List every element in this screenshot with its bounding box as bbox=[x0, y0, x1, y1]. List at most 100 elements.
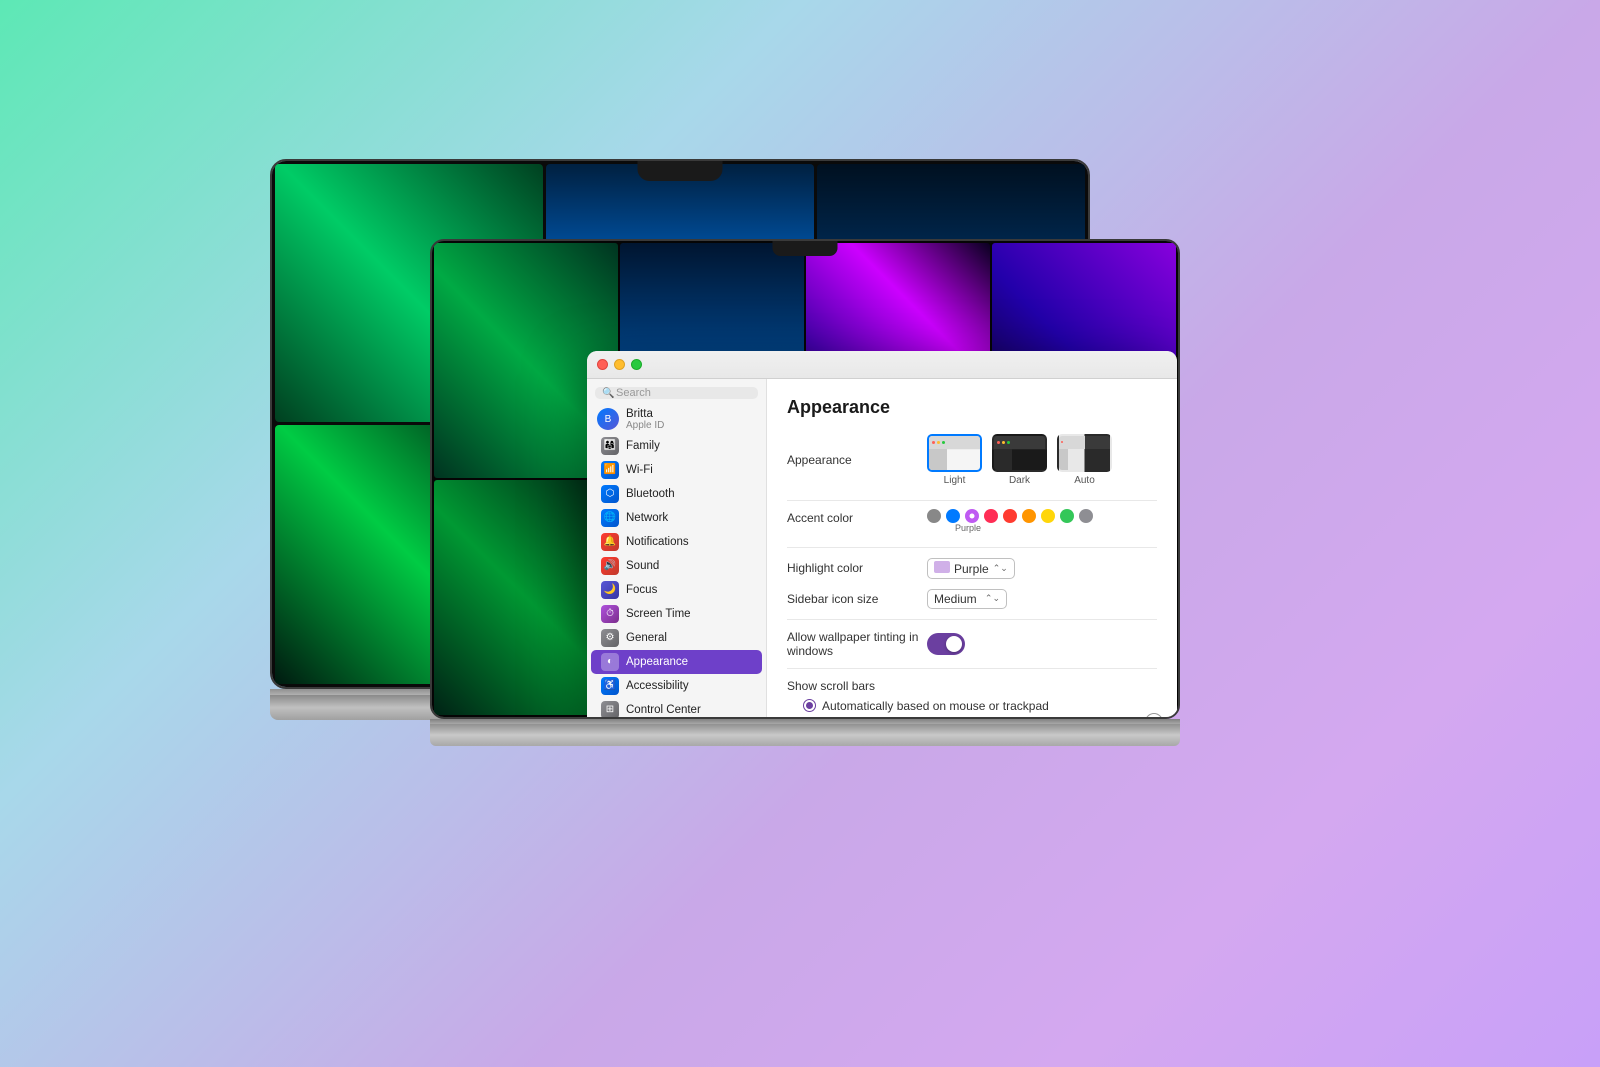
scrollbar-scrolling-radio[interactable] bbox=[803, 717, 816, 719]
system-preferences-window: 🔍 Search B Britta Apple ID bbox=[587, 351, 1177, 719]
notifications-icon: 🔔 bbox=[601, 533, 619, 551]
appearance-auto-option[interactable]: Auto bbox=[1057, 434, 1112, 486]
sound-icon: 🔊 bbox=[601, 557, 619, 575]
appearance-dark-label: Dark bbox=[1009, 475, 1030, 486]
highlight-color-value: Purple bbox=[954, 562, 989, 576]
accent-multicolor[interactable] bbox=[927, 509, 941, 523]
accent-pink[interactable] bbox=[984, 509, 998, 523]
appearance-options: Light bbox=[927, 434, 1112, 486]
macbook-front: 🔍 Search B Britta Apple ID bbox=[430, 239, 1180, 829]
toggle-knob bbox=[946, 636, 962, 652]
search-box[interactable]: 🔍 Search bbox=[595, 387, 758, 399]
sidebar: 🔍 Search B Britta Apple ID bbox=[587, 379, 767, 719]
back-notch bbox=[638, 161, 723, 181]
family-icon: 👨‍👩‍👧 bbox=[601, 437, 619, 455]
sidebar-item-focus[interactable]: 🌙 Focus bbox=[591, 578, 762, 602]
main-title: Appearance bbox=[787, 397, 1157, 418]
sidebar-item-network[interactable]: 🌐 Network bbox=[591, 506, 762, 530]
wallpaper-tinting-label: Allow wallpaper tinting in windows bbox=[787, 630, 927, 658]
divider-4 bbox=[787, 668, 1157, 669]
appearance-dark-thumb bbox=[992, 434, 1047, 472]
appearance-dark-option[interactable]: Dark bbox=[992, 434, 1047, 486]
sidebar-item-general[interactable]: ⚙ General bbox=[591, 626, 762, 650]
scrollbar-auto-radio[interactable] bbox=[803, 699, 816, 712]
highlight-color-select[interactable]: Purple ⌃⌄ bbox=[927, 558, 1015, 579]
scene: 🔍 Search B Britta Apple ID bbox=[350, 159, 1250, 909]
accent-purple[interactable] bbox=[965, 509, 979, 523]
accent-yellow[interactable] bbox=[1041, 509, 1055, 523]
sidebar-item-bluetooth[interactable]: ⬡ Bluetooth bbox=[591, 482, 762, 506]
wallpaper-tinting-toggle[interactable] bbox=[927, 633, 965, 655]
screentime-icon: ⏱ bbox=[601, 605, 619, 623]
appearance-light-option[interactable]: Light bbox=[927, 434, 982, 486]
appearance-light-label: Light bbox=[944, 475, 966, 486]
accent-orange[interactable] bbox=[1022, 509, 1036, 523]
close-button[interactable] bbox=[597, 359, 608, 370]
front-notch bbox=[773, 241, 838, 256]
window-titlebar bbox=[587, 351, 1177, 379]
front-hinge bbox=[430, 719, 1180, 724]
sidebar-item-family[interactable]: 👨‍👩‍👧 Family bbox=[591, 434, 762, 458]
sidebar-item-controlcenter[interactable]: ⊞ Control Center bbox=[591, 698, 762, 719]
divider-3 bbox=[787, 619, 1157, 620]
sidebar-label-notifications: Notifications bbox=[626, 536, 689, 548]
general-icon: ⚙ bbox=[601, 629, 619, 647]
sidebar-label-appearance: Appearance bbox=[626, 656, 688, 668]
sidebar-label-screentime: Screen Time bbox=[626, 608, 691, 620]
accent-graphite[interactable] bbox=[1079, 509, 1093, 523]
accent-green[interactable] bbox=[1060, 509, 1074, 523]
controlcenter-icon: ⊞ bbox=[601, 701, 619, 719]
minimize-button[interactable] bbox=[614, 359, 625, 370]
appearance-row: Appearance bbox=[787, 434, 1157, 486]
front-base bbox=[430, 724, 1180, 746]
scrollbar-auto-option[interactable]: Automatically based on mouse or trackpad bbox=[803, 699, 1157, 713]
show-scrollbars-label: Show scroll bars bbox=[787, 679, 1157, 693]
sidebar-item-sound[interactable]: 🔊 Sound bbox=[591, 554, 762, 578]
divider-1 bbox=[787, 500, 1157, 501]
search-placeholder: Search bbox=[616, 387, 651, 399]
accent-selected-label: Purple bbox=[955, 523, 981, 533]
appearance-icon: ◐ bbox=[601, 653, 619, 671]
appearance-auto-label: Auto bbox=[1074, 475, 1095, 486]
highlight-color-row: Highlight color Purple ⌃⌄ bbox=[787, 558, 1157, 579]
show-scrollbars-section: Show scroll bars Automatically based on … bbox=[787, 679, 1157, 719]
highlight-color-label: Highlight color bbox=[787, 561, 927, 575]
sidebar-icon-size-select[interactable]: Medium ⌃⌄ bbox=[927, 589, 1007, 609]
sidebar-item-appearance[interactable]: ◐ Appearance bbox=[591, 650, 762, 674]
sidebar-item-notifications[interactable]: 🔔 Notifications bbox=[591, 530, 762, 554]
maximize-button[interactable] bbox=[631, 359, 642, 370]
highlight-swatch bbox=[934, 561, 950, 573]
sidebar-label-sound: Sound bbox=[626, 560, 659, 572]
sidebar-label-general: General bbox=[626, 632, 667, 644]
scrollbar-scrolling-option[interactable]: When scrolling bbox=[803, 717, 1157, 719]
sidebar-label-focus: Focus bbox=[626, 584, 657, 596]
accent-red[interactable] bbox=[1003, 509, 1017, 523]
user-info: Britta Apple ID bbox=[626, 408, 664, 431]
accent-color-row: Accent color bbox=[787, 511, 1157, 533]
sidebar-icon-size-row: Sidebar icon size Medium ⌃⌄ bbox=[787, 589, 1157, 609]
main-panel: Appearance Appearance bbox=[767, 379, 1177, 719]
highlight-select-arrow: ⌃⌄ bbox=[993, 563, 1008, 574]
network-icon: 🌐 bbox=[601, 509, 619, 527]
accent-blue[interactable] bbox=[946, 509, 960, 523]
scrollbar-scrolling-label: When scrolling bbox=[822, 717, 901, 719]
sidebar-icon-size-value: Medium bbox=[934, 592, 977, 606]
search-icon: 🔍 bbox=[602, 388, 612, 398]
user-name: Britta bbox=[626, 408, 664, 420]
bluetooth-icon: ⬡ bbox=[601, 485, 619, 503]
divider-2 bbox=[787, 547, 1157, 548]
sidebar-label-family: Family bbox=[626, 440, 660, 452]
sidebar-item-screentime[interactable]: ⏱ Screen Time bbox=[591, 602, 762, 626]
appearance-label: Appearance bbox=[787, 453, 927, 467]
accent-color-options bbox=[927, 509, 1093, 523]
focus-icon: 🌙 bbox=[601, 581, 619, 599]
wifi-icon: 📶 bbox=[601, 461, 619, 479]
sidebar-item-accessibility[interactable]: ♿ Accessibility bbox=[591, 674, 762, 698]
accessibility-icon: ♿ bbox=[601, 677, 619, 695]
sidebar-label-bluetooth: Bluetooth bbox=[626, 488, 675, 500]
sidebar-icon-size-label: Sidebar icon size bbox=[787, 592, 927, 606]
sidebar-item-wifi[interactable]: 📶 Wi-Fi bbox=[591, 458, 762, 482]
user-subtitle: Apple ID bbox=[626, 420, 664, 431]
user-item[interactable]: B Britta Apple ID bbox=[587, 405, 766, 434]
sidebar-label-network: Network bbox=[626, 512, 668, 524]
